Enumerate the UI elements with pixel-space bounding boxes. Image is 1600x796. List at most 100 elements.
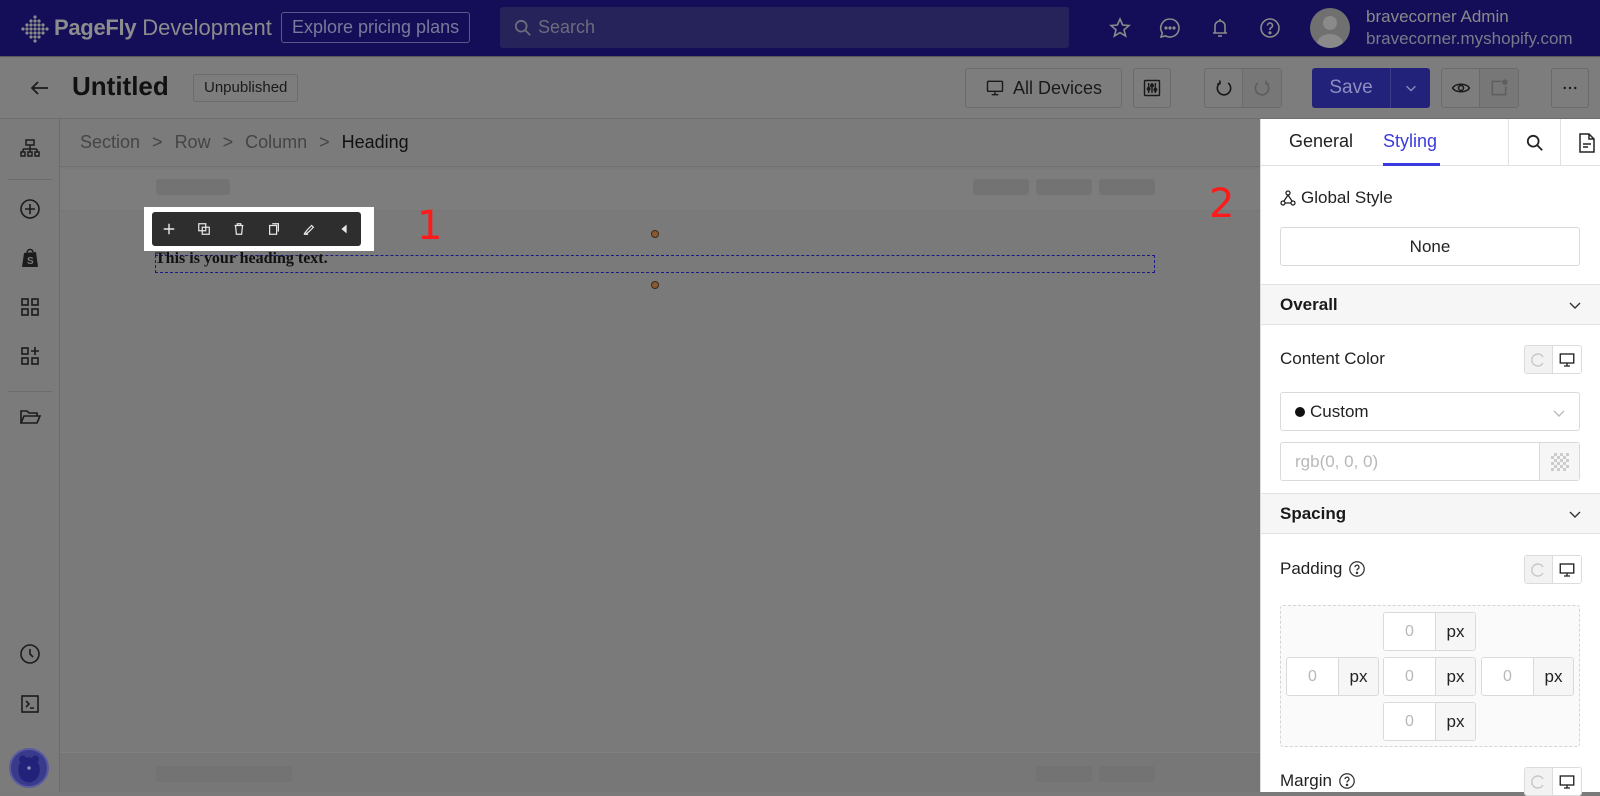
overall-section-header[interactable]: Overall [1261, 284, 1600, 325]
spacing-section-header[interactable]: Spacing [1261, 493, 1600, 534]
copy-button[interactable] [256, 212, 291, 246]
add-element-icon[interactable] [18, 197, 42, 221]
padding-label: Padding [1280, 559, 1366, 579]
resize-handle-top[interactable] [651, 230, 659, 238]
page-title[interactable]: Untitled [72, 71, 169, 102]
breadcrumb: Section > Row > Column > Heading [60, 119, 1260, 167]
breadcrumb-heading[interactable]: Heading [342, 132, 409, 153]
padding-all-input[interactable] [1384, 658, 1435, 695]
skeleton-placeholder [156, 766, 292, 782]
padding-left-input[interactable] [1287, 658, 1338, 695]
device-toggle-button[interactable] [1552, 768, 1581, 795]
save-button[interactable]: Save [1312, 68, 1390, 108]
help-circle-icon[interactable] [1338, 772, 1356, 790]
padding-right-input[interactable] [1482, 658, 1533, 695]
chevron-down-icon [1405, 85, 1416, 92]
reset-button[interactable] [1525, 768, 1553, 795]
terminal-icon[interactable] [18, 692, 42, 716]
delete-button[interactable] [222, 212, 257, 246]
skeleton-placeholder [1036, 179, 1092, 195]
search-placeholder: Search [538, 17, 596, 37]
desktop-icon [1559, 352, 1575, 367]
breadcrumb-section[interactable]: Section [80, 132, 140, 153]
bell-icon[interactable] [1208, 16, 1232, 40]
page-settings-button[interactable] [1133, 68, 1171, 108]
shopify-icon[interactable]: S [18, 246, 42, 270]
undo-icon [1216, 80, 1231, 96]
breadcrumb-column[interactable]: Column [245, 132, 307, 153]
reset-button[interactable] [1525, 556, 1553, 583]
padding-top-unit[interactable]: px [1435, 613, 1475, 650]
padding-right-unit[interactable]: px [1533, 658, 1573, 695]
brand-name: PageFly [54, 15, 137, 40]
trash-icon [234, 223, 244, 235]
style-button[interactable] [291, 212, 326, 246]
collapse-toolbar-button[interactable] [326, 212, 361, 246]
explore-pricing-button[interactable]: Explore pricing plans [281, 12, 471, 43]
status-badge: Unpublished [193, 74, 299, 102]
skeleton-placeholder [1036, 766, 1092, 782]
padding-bottom-input[interactable] [1384, 703, 1435, 740]
tab-general[interactable]: General [1289, 131, 1353, 152]
global-style-select[interactable]: None [1280, 227, 1580, 266]
more-options-button[interactable] [1551, 68, 1589, 108]
undo-button[interactable] [1205, 69, 1244, 107]
move-icon [164, 223, 175, 235]
heading-text[interactable]: This is your heading text. [155, 250, 328, 268]
panel-document-button[interactable] [1560, 119, 1600, 166]
pagefly-logo[interactable]: PageFly Development [20, 13, 272, 43]
redo-button[interactable] [1243, 69, 1281, 107]
back-arrow-icon[interactable] [28, 76, 52, 100]
device-toggle-button[interactable] [1552, 346, 1581, 373]
search-input[interactable]: Search [500, 7, 1069, 48]
breadcrumb-separator: > [152, 132, 163, 152]
editor-header: Untitled Unpublished All Devices Save [0, 58, 1600, 119]
content-color-mode-select[interactable]: Custom [1280, 392, 1580, 431]
folder-icon[interactable] [18, 405, 42, 429]
user-avatar[interactable] [1310, 8, 1350, 48]
help-icon[interactable] [1258, 16, 1282, 40]
publish-status-button[interactable] [1480, 69, 1518, 107]
chat-icon[interactable] [1158, 16, 1182, 40]
content-color-input[interactable] [1281, 443, 1539, 480]
breadcrumb-row[interactable]: Row [175, 132, 211, 153]
help-circle-icon[interactable] [1348, 560, 1366, 578]
document-icon [1578, 132, 1595, 153]
save-options-button[interactable] [1390, 68, 1430, 108]
overall-label: Overall [1280, 294, 1338, 314]
device-toggle-button[interactable] [1552, 556, 1581, 583]
support-bear-avatar[interactable] [9, 748, 49, 788]
element-toolbar-container [144, 207, 374, 251]
templates-grid-icon[interactable] [18, 295, 42, 319]
caret-left-icon [340, 224, 347, 234]
device-selector-button[interactable]: All Devices [965, 68, 1122, 108]
padding-bottom-unit[interactable]: px [1435, 703, 1475, 740]
preview-button[interactable] [1442, 69, 1481, 107]
global-style-icon [1280, 190, 1296, 206]
sliders-icon [1143, 79, 1161, 97]
add-section-icon[interactable] [18, 344, 42, 368]
padding-left-unit[interactable]: px [1338, 658, 1378, 695]
layers-tree-icon[interactable] [18, 137, 42, 161]
content-color-mode-value: Custom [1310, 401, 1369, 421]
skeleton-placeholder [156, 179, 230, 195]
padding-all-unit[interactable]: px [1435, 658, 1475, 695]
panel-search-button[interactable] [1508, 119, 1560, 166]
padding-left-field: px [1286, 657, 1379, 696]
star-icon[interactable] [1108, 16, 1132, 40]
content-color-responsive-controls [1524, 345, 1582, 374]
padding-top-input[interactable] [1384, 613, 1435, 650]
environment-name: Development [142, 15, 272, 40]
history-clock-icon[interactable] [18, 642, 42, 666]
editor-canvas[interactable]: Section > Row > Column > Heading 1 2 Thi… [60, 119, 1260, 792]
move-button[interactable] [152, 212, 187, 246]
resize-handle-bottom[interactable] [651, 281, 659, 289]
chevron-down-icon [1553, 410, 1565, 417]
placeholder-header-band [60, 169, 1260, 211]
reset-button[interactable] [1525, 346, 1553, 373]
tab-styling[interactable]: Styling [1383, 131, 1437, 152]
color-picker-button[interactable] [1539, 443, 1579, 480]
desktop-icon [986, 80, 1004, 96]
user-store: bravecorner.myshopify.com [1366, 29, 1573, 48]
duplicate-button[interactable] [187, 212, 222, 246]
